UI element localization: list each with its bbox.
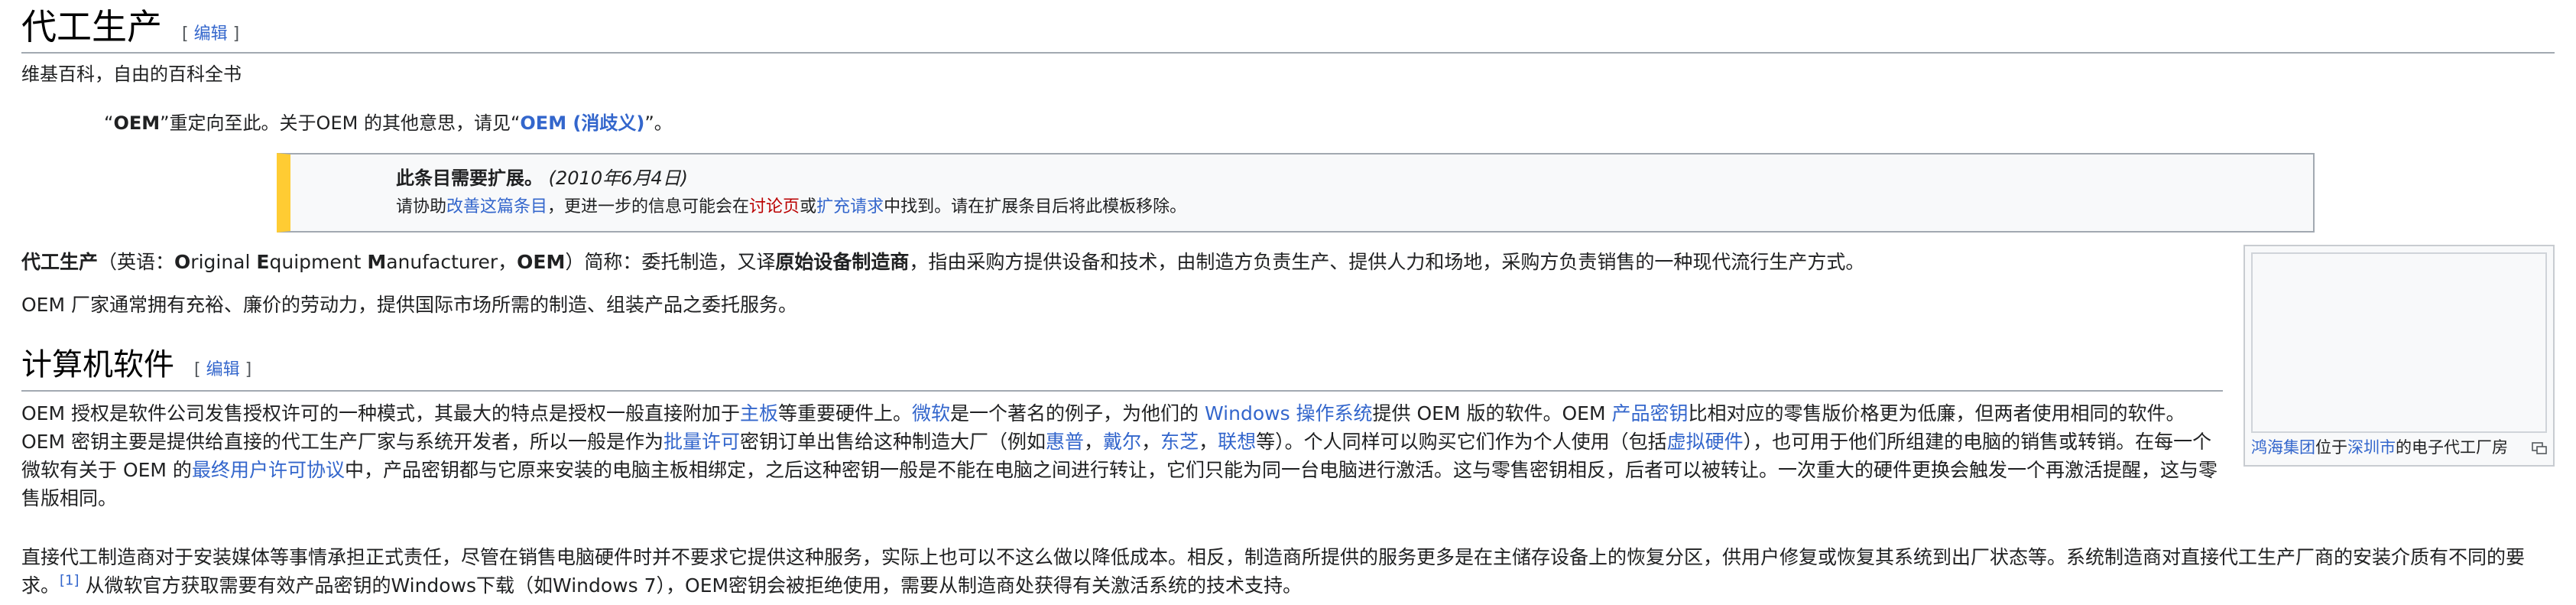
heading-row: 代工生产 [ 编辑 ]	[21, 5, 2555, 54]
section-edit-section: [ 编辑 ]	[194, 360, 252, 379]
toshiba-link[interactable]: 东芝	[1160, 431, 1199, 453]
section-title: 计算机软件	[21, 347, 174, 382]
site-subtitle: 维基百科，自由的百科全书	[21, 63, 242, 85]
notice-date: (2010年6月4日)	[548, 168, 688, 189]
improve-article-link[interactable]: 改善这篇条目	[446, 197, 547, 216]
reference-1[interactable]: [1]	[60, 573, 79, 589]
eula-link[interactable]: 最终用户许可协议	[192, 459, 345, 481]
notice-line-2: 请协助改善这篇条目，更进一步的信息可能会在讨论页或扩充请求中找到。请在扩展条目后…	[396, 197, 1187, 216]
factory-image[interactable]	[2251, 252, 2547, 433]
software-paragraph: OEM 授权是软件公司发售授权许可的一种模式，其最大的特点是授权一般直接附加于主…	[21, 402, 2218, 509]
notice-text: 此条目需要扩展。 (2010年6月4日) 请协助改善这篇条目，更进一步的信息可能…	[396, 164, 1186, 222]
title-edit-section: [ 编辑 ]	[182, 24, 240, 44]
notice-line-1: 此条目需要扩展。 (2010年6月4日)	[396, 168, 688, 189]
shenzhen-link[interactable]: 深圳市	[2347, 438, 2396, 457]
talk-page-link[interactable]: 讨论页	[749, 197, 800, 216]
hatnote: “OEM”重定向至此。关于OEM 的其他意思，请见“OEM (消歧义)”。	[104, 112, 673, 134]
oem-factory-paragraph: OEM 厂家通常拥有充裕、廉价的劳动力，提供国际市场所需的制造、组装产品之委托服…	[21, 294, 797, 316]
section-heading-row: 计算机软件 [ 编辑 ]	[21, 343, 2223, 392]
enlarge-icon[interactable]	[2532, 442, 2547, 454]
microsoft-link[interactable]: 微软	[912, 402, 950, 424]
hp-link[interactable]: 惠普	[1046, 431, 1084, 453]
foxconn-link[interactable]: 鸿海集团	[2251, 438, 2315, 457]
expand-notice-box: 此条目需要扩展。 (2010年6月4日) 请协助改善这篇条目，更进一步的信息可能…	[277, 153, 2315, 233]
article: 代工生产 [ 编辑 ] 维基百科，自由的百科全书 “OEM”重定向至此。关于OE…	[21, 0, 2555, 605]
volume-license-link[interactable]: 批量许可	[663, 431, 740, 453]
section-edit-link[interactable]: 编辑	[206, 360, 240, 379]
dell-link[interactable]: 戴尔	[1103, 431, 1141, 453]
hatnote-term: OEM	[113, 112, 161, 134]
thumbnail: 鸿海集团位于深圳市的电子代工厂房	[2243, 245, 2555, 467]
windows-link[interactable]: Windows 操作系统	[1205, 402, 1373, 424]
disambiguation-link[interactable]: OEM (消歧义)	[520, 112, 644, 134]
page-title: 代工生产	[21, 6, 162, 47]
product-key-link[interactable]: 产品密钥	[1611, 402, 1688, 424]
thumbnail-caption: 鸿海集团位于深圳市的电子代工厂房	[2251, 438, 2508, 457]
lenovo-link[interactable]: 联想	[1218, 431, 1256, 453]
intro-paragraph: 代工生产（英语：Original Equipment Manufacturer，…	[21, 251, 1865, 273]
oem-media-paragraph: 直接代工制造商对于安装媒体等事情承担正式责任，尽管在销售电脑硬件时并不要求它提供…	[21, 546, 2526, 597]
title-edit-link[interactable]: 编辑	[194, 24, 228, 44]
expansion-request-link[interactable]: 扩充请求	[816, 197, 884, 216]
virtual-hardware-link[interactable]: 虚拟硬件	[1667, 431, 1744, 453]
mainboard-link[interactable]: 主板	[740, 402, 778, 424]
